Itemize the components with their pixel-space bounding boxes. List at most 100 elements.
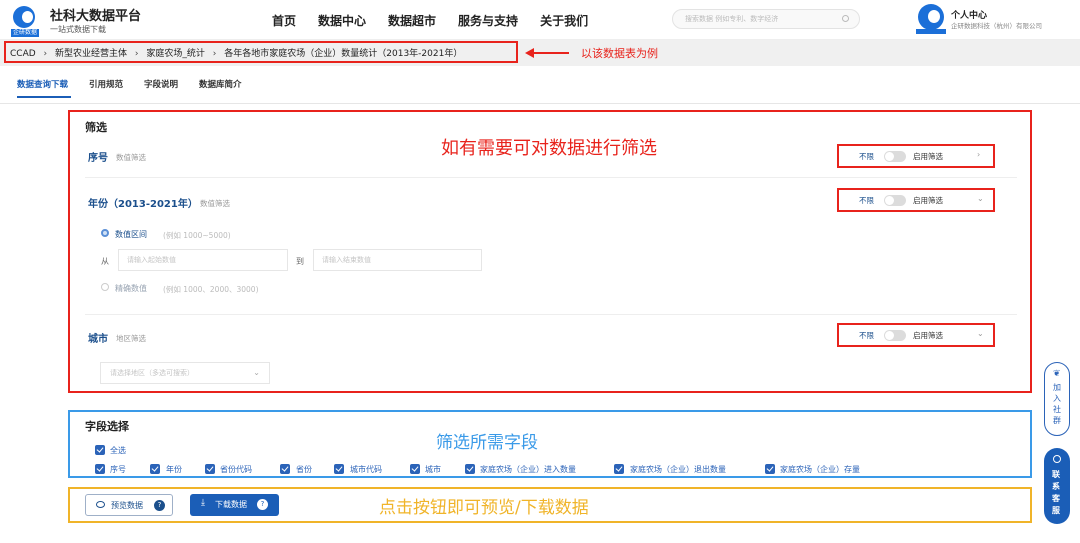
select-all-checkbox[interactable] bbox=[95, 445, 105, 455]
chevron-down-icon[interactable]: ⌄ bbox=[977, 194, 984, 203]
range-to-label: 到 bbox=[296, 257, 304, 266]
field-checkbox[interactable] bbox=[95, 464, 105, 474]
tab-citation[interactable]: 引用规范 bbox=[89, 78, 123, 90]
field-checkbox[interactable] bbox=[410, 464, 420, 474]
breadcrumb-item[interactable]: 新型农业经营主体 bbox=[55, 49, 127, 59]
nav-about[interactable]: 关于我们 bbox=[540, 12, 588, 29]
toggle-switch[interactable] bbox=[884, 330, 906, 341]
join-community-label: 加入社群 bbox=[1053, 383, 1061, 425]
toggle-switch[interactable] bbox=[884, 151, 906, 162]
help-icon[interactable]: ? bbox=[257, 499, 268, 510]
divider bbox=[85, 177, 1017, 178]
field-checkbox[interactable] bbox=[280, 464, 290, 474]
range-radio-label[interactable]: 数值区间 bbox=[115, 229, 147, 240]
region-select[interactable]: 请选择地区（多选可搜索） ⌄ bbox=[100, 362, 270, 384]
field-checkbox-label[interactable]: 家庭农场（企业）进入数量 bbox=[480, 464, 576, 475]
field-checkbox[interactable] bbox=[465, 464, 475, 474]
filter-toggle[interactable]: 不限 启用筛选 ⌄ bbox=[837, 323, 995, 347]
download-data-button[interactable]: ⤓ 下载数据 ? bbox=[190, 494, 279, 516]
region-placeholder: 请选择地区（多选可搜索） bbox=[110, 369, 194, 377]
filter-row-label: 城市 bbox=[88, 334, 108, 345]
field-selection-note: 筛选所需字段 bbox=[436, 433, 538, 453]
avatar[interactable] bbox=[918, 4, 944, 30]
field-checkbox-label[interactable]: 家庭农场（企业）退出数量 bbox=[630, 464, 726, 475]
chevron-down-icon[interactable]: ⌄ bbox=[977, 329, 984, 338]
toggle-on-label: 启用筛选 bbox=[913, 331, 943, 340]
tab-field-desc[interactable]: 字段说明 bbox=[144, 78, 178, 90]
page-tabs: 数据查询下载 引用规范 字段说明 数据库简介 bbox=[17, 78, 242, 90]
annotation-arrow-line bbox=[533, 52, 569, 54]
main-nav: 首页 数据中心 数据超市 服务与支持 关于我们 bbox=[272, 12, 588, 29]
eye-icon bbox=[96, 501, 105, 508]
nav-data-center[interactable]: 数据中心 bbox=[318, 12, 366, 29]
range-radio-hint: (例如 1000~5000) bbox=[163, 231, 231, 240]
field-checkbox-label[interactable]: 省份 bbox=[296, 464, 312, 475]
range-start-input[interactable]: 请输入起始数值 bbox=[118, 249, 288, 271]
filter-row-label: 年份（2013-2021年） bbox=[88, 199, 198, 210]
preview-label: 预览数据 bbox=[111, 501, 143, 510]
chevron-right-icon: › bbox=[134, 49, 139, 59]
divider bbox=[0, 103, 1080, 104]
field-checkbox-label[interactable]: 城市代码 bbox=[350, 464, 382, 475]
field-checkbox-label[interactable]: 城市 bbox=[425, 464, 441, 475]
chevron-right-icon: › bbox=[212, 49, 217, 59]
field-checkbox[interactable] bbox=[150, 464, 160, 474]
field-checkbox[interactable] bbox=[765, 464, 775, 474]
nav-service-support[interactable]: 服务与支持 bbox=[458, 12, 518, 29]
contact-service-label: 联系客服 bbox=[1052, 470, 1060, 515]
toggle-off-label: 不限 bbox=[859, 331, 874, 340]
breadcrumb-item: 各年各地市家庭农场（企业）数量统计（2013年-2021年） bbox=[224, 49, 463, 59]
select-all-label[interactable]: 全选 bbox=[110, 445, 126, 456]
field-checkbox[interactable] bbox=[205, 464, 215, 474]
user-org: 企研数据科技（杭州）有限公司 bbox=[951, 22, 1042, 30]
field-checkbox-label[interactable]: 序号 bbox=[110, 464, 126, 475]
download-label: 下载数据 bbox=[215, 500, 247, 509]
field-checkbox[interactable] bbox=[334, 464, 344, 474]
nav-home[interactable]: 首页 bbox=[272, 12, 296, 29]
field-checkbox-label[interactable]: 省份代码 bbox=[220, 464, 252, 475]
platform-logo-icon[interactable] bbox=[13, 6, 35, 28]
field-checkbox-label[interactable]: 年份 bbox=[166, 464, 182, 475]
range-end-input[interactable]: 请输入结束数值 bbox=[313, 249, 482, 271]
exact-radio-label[interactable]: 精确数值 bbox=[115, 283, 147, 294]
help-icon[interactable]: ? bbox=[154, 500, 165, 511]
site-subtitle: 一站式数据下载 bbox=[50, 25, 106, 34]
chevron-right-icon: › bbox=[43, 49, 48, 59]
logo-tag: 企研数据 bbox=[11, 29, 40, 37]
toggle-on-label: 启用筛选 bbox=[913, 196, 943, 205]
tab-db-intro[interactable]: 数据库简介 bbox=[199, 78, 242, 90]
toggle-on-label: 启用筛选 bbox=[913, 152, 943, 161]
nav-data-market[interactable]: 数据超市 bbox=[388, 12, 436, 29]
search-input[interactable]: 搜索数据 例如专利、数字经济 bbox=[672, 9, 860, 29]
range-from-label: 从 bbox=[101, 257, 109, 266]
preview-data-button[interactable]: 预览数据 ? bbox=[85, 494, 173, 516]
filter-row-label: 序号 bbox=[88, 153, 108, 164]
breadcrumb-item[interactable]: 家庭农场_统计 bbox=[146, 49, 205, 59]
chevron-right-icon[interactable]: › bbox=[977, 150, 980, 159]
avatar-tag bbox=[916, 29, 946, 34]
range-radio[interactable] bbox=[101, 229, 109, 237]
people-icon: ❦ bbox=[1053, 369, 1061, 379]
tab-data-query[interactable]: 数据查询下载 bbox=[17, 78, 68, 90]
exact-radio[interactable] bbox=[101, 283, 109, 291]
field-checkbox[interactable] bbox=[614, 464, 624, 474]
toggle-switch[interactable] bbox=[884, 195, 906, 206]
action-note: 点击按钮即可预览/下载数据 bbox=[379, 498, 589, 518]
breadcrumb-item[interactable]: CCAD bbox=[10, 49, 36, 59]
headset-icon bbox=[1053, 455, 1061, 463]
filter-toggle[interactable]: 不限 启用筛选 ⌄ bbox=[837, 188, 995, 212]
breadcrumb: CCAD › 新型农业经营主体 › 家庭农场_统计 › 各年各地市家庭农场（企业… bbox=[10, 46, 467, 59]
filter-row-hint: 地区筛选 bbox=[116, 334, 146, 343]
filter-note: 如有需要可对数据进行筛选 bbox=[441, 138, 657, 159]
site-title[interactable]: 社科大数据平台 bbox=[50, 5, 141, 24]
breadcrumb-note: 以该数据表为例 bbox=[581, 47, 658, 60]
filter-row-hint: 数值筛选 bbox=[116, 153, 146, 162]
field-checkbox-label[interactable]: 家庭农场（企业）存量 bbox=[780, 464, 860, 475]
toggle-off-label: 不限 bbox=[859, 196, 874, 205]
search-icon[interactable] bbox=[842, 15, 849, 22]
filter-toggle[interactable]: 不限 启用筛选 › bbox=[837, 144, 995, 168]
download-icon: ⤓ bbox=[201, 498, 205, 508]
join-community-button[interactable]: ❦ 加入社群 bbox=[1044, 362, 1070, 436]
search-placeholder: 搜索数据 例如专利、数字经济 bbox=[685, 15, 779, 23]
contact-service-button[interactable]: 联系客服 bbox=[1044, 448, 1070, 524]
